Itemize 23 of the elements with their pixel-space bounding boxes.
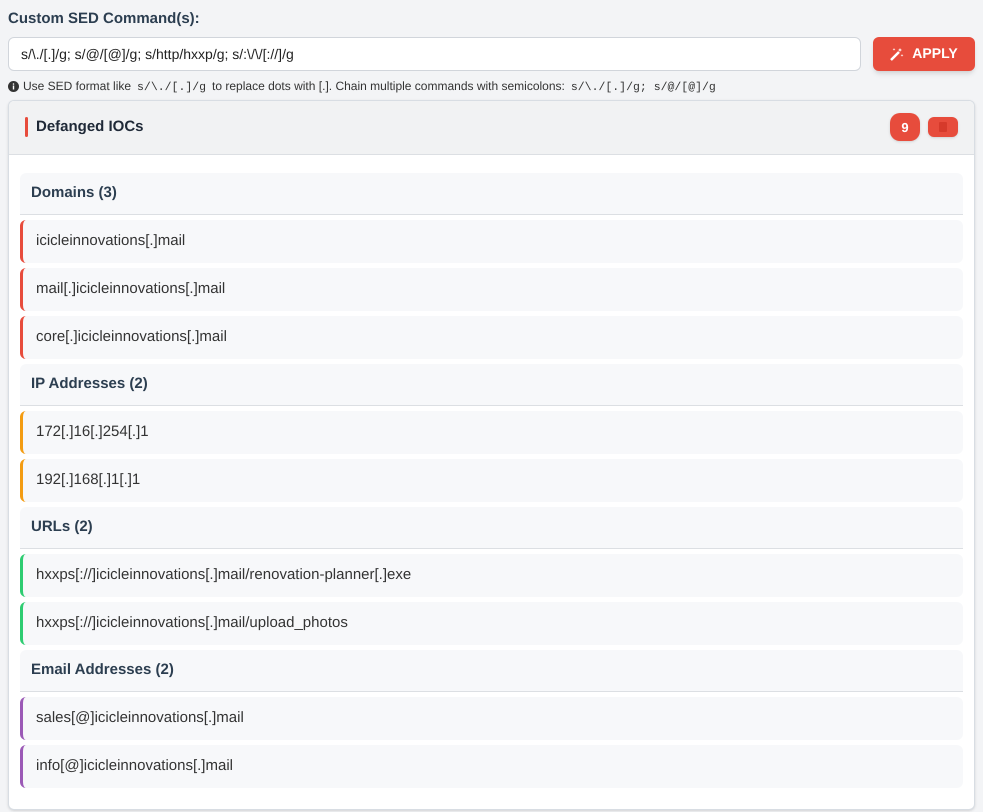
- ioc-row[interactable]: sales[@]icicleinnovations[.]mail: [20, 696, 963, 740]
- ioc-row[interactable]: hxxps[://]icicleinnovations[.]mail/renovation-planner[.]exe: [20, 554, 963, 597]
- ioc-row[interactable]: icicleinnovations[.]mail: [20, 220, 963, 263]
- ioc-row[interactable]: hxxps[://]icicleinnovations[.]mail/upload_photos: [20, 602, 963, 645]
- ioc-row[interactable]: 192[.]168[.]1[.]1: [20, 458, 963, 502]
- group-header: Domains (3): [20, 172, 963, 215]
- copy-button[interactable]: [928, 117, 958, 138]
- sed-label: Custom SED Command(s):: [8, 9, 201, 29]
- apply-button[interactable]: APPLY: [873, 36, 975, 70]
- count-badge: 9: [890, 113, 920, 142]
- group-header: URLs (2): [20, 506, 963, 549]
- panel-title: Defanged IOCs: [36, 117, 144, 137]
- ioc-row[interactable]: core[.]icicleinnovations[.]mail: [20, 316, 963, 359]
- group-header: IP Addresses (2): [20, 364, 963, 406]
- group-header: Email Addresses (2): [20, 650, 963, 692]
- ioc-row[interactable]: mail[.]icicleinnovations[.]mail: [20, 268, 963, 311]
- ioc-row[interactable]: info[@]icicleinnovations[.]mail: [20, 744, 963, 788]
- info-icon: [8, 80, 19, 92]
- ioc-row[interactable]: 172[.]16[.]254[.]1: [20, 410, 963, 454]
- sed-input-field[interactable]: s/\./[.]/g; s/@/[@]/g; s/http/hxxp/g; s/:\/\/[://]/g: [8, 36, 861, 70]
- magic-wand-icon: [890, 46, 904, 60]
- accent-bar: [25, 117, 28, 138]
- hint-text: Use SED format like s/\./[.]/g to replace dots with [.]. Chain multiple commands with semicolons: s/\./[.]/g; s/@/[@]/g: [23, 78, 717, 96]
